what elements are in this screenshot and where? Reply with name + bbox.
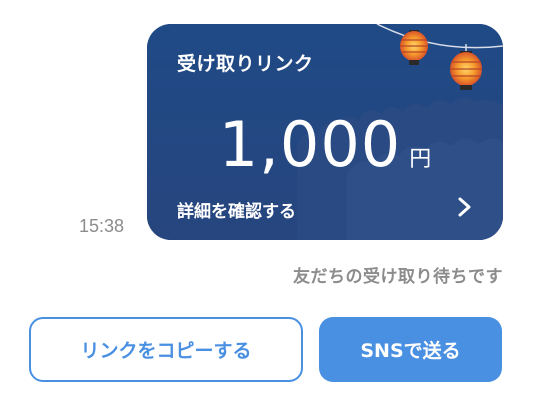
view-details-link[interactable]: 詳細を確認する xyxy=(177,197,296,222)
currency-unit: 円 xyxy=(409,147,432,172)
share-sns-label: SNSで送る xyxy=(360,340,461,362)
amount-value: 1,000 xyxy=(218,108,402,181)
copy-link-button[interactable]: リンクをコピーする xyxy=(29,317,303,382)
chevron-right-icon[interactable] xyxy=(454,194,476,220)
pending-status-text: 友だちの受け取り待ちです xyxy=(293,267,503,287)
card-title: 受け取りリンク xyxy=(177,53,314,75)
chat-screen: 15:38 受け取りリンク 1,000 円 詳細を確認する 友だちの受け取り待ち… xyxy=(0,0,533,403)
copy-link-label: リンクをコピーする xyxy=(80,340,252,362)
share-sns-button[interactable]: SNSで送る xyxy=(319,317,502,382)
message-timestamp: 15:38 xyxy=(79,216,125,236)
amount-display: 1,000 円 xyxy=(147,108,503,181)
receive-link-card[interactable]: 受け取りリンク 1,000 円 詳細を確認する xyxy=(147,24,503,240)
